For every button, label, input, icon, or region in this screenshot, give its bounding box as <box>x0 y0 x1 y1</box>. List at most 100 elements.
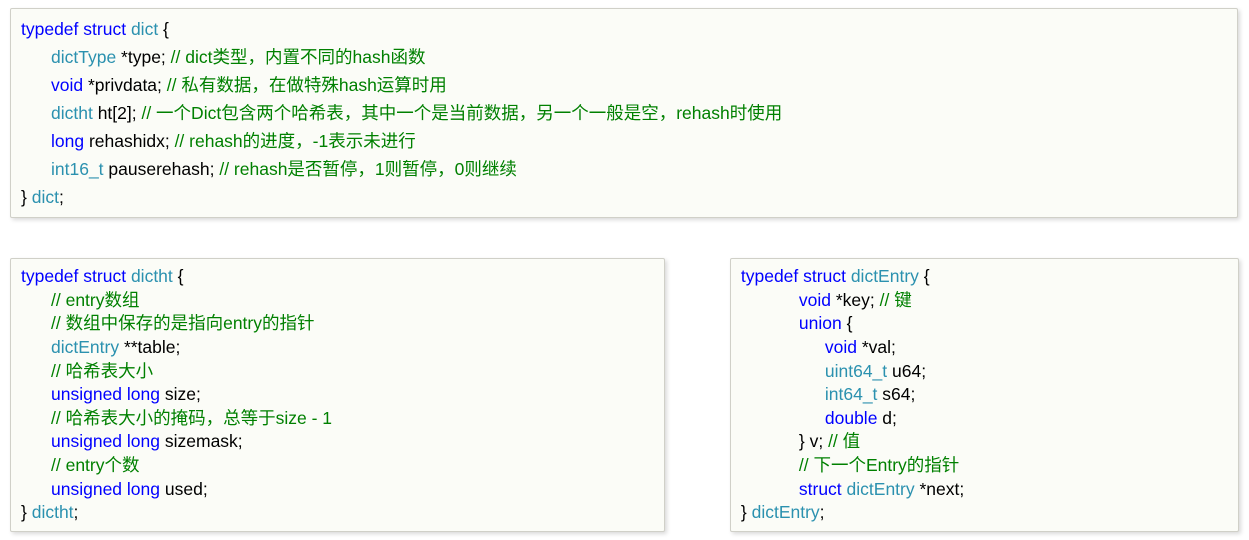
code-line: dictType *type; // dict类型，内置不同的hash函数 <box>21 43 1227 71</box>
code-line: typedef struct dictEntry { <box>741 265 1228 289</box>
code-line: uint64_t u64; <box>741 360 1228 384</box>
brace: { <box>919 266 930 286</box>
code-block-dictht: typedef struct dictht { // entry数组 // 数组… <box>10 258 665 532</box>
comment: // entry个数 <box>51 455 140 475</box>
comment: // entry数组 <box>51 290 140 310</box>
code-text: **table; <box>119 337 180 357</box>
code-line: // entry数组 <box>21 289 654 313</box>
code-text: *key; <box>831 290 880 310</box>
keyword: long <box>51 131 84 151</box>
keyword: struct <box>83 266 126 286</box>
code-line: } v; // 值 <box>741 430 1228 454</box>
typename: dictEntry <box>752 502 820 522</box>
code-line: void *val; <box>741 336 1228 360</box>
semicolon: ; <box>820 502 825 522</box>
code-line: // 哈希表大小的掩码，总等于size - 1 <box>21 407 654 431</box>
keyword: struct <box>799 479 842 499</box>
keyword: void <box>825 337 857 357</box>
typename: dictType <box>51 47 116 67</box>
code-line: // 数组中保存的是指向entry的指针 <box>21 312 654 336</box>
code-line: typedef struct dictht { <box>21 265 654 289</box>
comment: // 哈希表大小 <box>51 361 153 381</box>
keyword: typedef <box>741 266 798 286</box>
comment: // rehash是否暂停，1则暂停，0则继续 <box>219 159 517 179</box>
brace: { <box>173 266 184 286</box>
keyword: unsigned <box>51 479 122 499</box>
code-line: dictht ht[2]; // 一个Dict包含两个哈希表，其中一个是当前数据… <box>21 99 1227 127</box>
code-text: s64; <box>877 384 915 404</box>
code-line: int16_t pauserehash; // rehash是否暂停，1则暂停，… <box>21 155 1227 183</box>
keyword: union <box>799 313 842 333</box>
code-line: } dictEntry; <box>741 501 1228 525</box>
code-text: *privdata; <box>83 75 167 95</box>
keyword: long <box>127 384 160 404</box>
code-line: } dictht; <box>21 501 654 525</box>
code-line: dictEntry **table; <box>21 336 654 360</box>
typename: dictEntry <box>847 479 915 499</box>
code-line: int64_t s64; <box>741 383 1228 407</box>
code-line: unsigned long size; <box>21 383 654 407</box>
typename: uint64_t <box>825 361 887 381</box>
code-block-dict: typedef struct dict { dictType *type; //… <box>10 8 1238 218</box>
keyword: double <box>825 408 878 428</box>
comment: // rehash的进度，-1表示未进行 <box>175 131 416 151</box>
code-line: typedef struct dict { <box>21 15 1227 43</box>
code-text: u64; <box>887 361 926 381</box>
keyword: void <box>799 290 831 310</box>
typename: dictht <box>51 103 93 123</box>
typename: dictEntry <box>51 337 119 357</box>
code-line: void *key; // 键 <box>741 289 1228 313</box>
comment: // 哈希表大小的掩码，总等于size - 1 <box>51 408 332 428</box>
typename: dictht <box>131 266 173 286</box>
code-text: pauserehash; <box>104 159 220 179</box>
comment: // 键 <box>880 290 912 310</box>
typename: dictht <box>32 502 74 522</box>
brace: } <box>741 502 752 522</box>
typename: dict <box>32 187 59 207</box>
code-text: used; <box>160 479 208 499</box>
typename: int64_t <box>825 384 878 404</box>
code-line: // 哈希表大小 <box>21 360 654 384</box>
keyword: unsigned <box>51 384 122 404</box>
code-line: struct dictEntry *next; <box>741 478 1228 502</box>
brace: } <box>21 187 32 207</box>
comment: // 私有数据，在做特殊hash运算时用 <box>167 75 447 95</box>
code-line: // 下一个Entry的指针 <box>741 454 1228 478</box>
keyword: typedef <box>21 266 78 286</box>
code-line: // entry个数 <box>21 454 654 478</box>
semicolon: ; <box>74 502 79 522</box>
row-container: typedef struct dictht { // entry数组 // 数组… <box>10 258 1239 532</box>
brace: } <box>21 502 32 522</box>
code-text: rehashidx; <box>84 131 174 151</box>
code-line: double d; <box>741 407 1228 431</box>
code-text: *val; <box>857 337 896 357</box>
code-text: ht[2]; <box>93 103 142 123</box>
keyword: long <box>127 431 160 451</box>
code-line: unsigned long used; <box>21 478 654 502</box>
code-text: d; <box>877 408 896 428</box>
code-line: union { <box>741 312 1228 336</box>
keyword: void <box>51 75 83 95</box>
code-line: long rehashidx; // rehash的进度，-1表示未进行 <box>21 127 1227 155</box>
comment: // 值 <box>828 431 860 451</box>
code-line: } dict; <box>21 183 1227 211</box>
typename: int16_t <box>51 159 104 179</box>
brace: { <box>842 313 853 333</box>
semicolon: ; <box>59 187 64 207</box>
code-text: size; <box>160 384 201 404</box>
code-text: *type; <box>116 47 170 67</box>
code-line: unsigned long sizemask; <box>21 430 654 454</box>
typename: dictEntry <box>851 266 919 286</box>
comment: // 下一个Entry的指针 <box>799 455 959 475</box>
typename: dict <box>131 19 158 39</box>
code-block-dictentry: typedef struct dictEntry { void *key; //… <box>730 258 1239 532</box>
brace: { <box>158 19 169 39</box>
code-line: void *privdata; // 私有数据，在做特殊hash运算时用 <box>21 71 1227 99</box>
brace: } v; <box>799 431 828 451</box>
comment: // 一个Dict包含两个哈希表，其中一个是当前数据，另一个一般是空，rehas… <box>141 103 782 123</box>
keyword: unsigned <box>51 431 122 451</box>
keyword: long <box>127 479 160 499</box>
code-text: sizemask; <box>160 431 243 451</box>
keyword: struct <box>803 266 846 286</box>
code-text: *next; <box>915 479 965 499</box>
